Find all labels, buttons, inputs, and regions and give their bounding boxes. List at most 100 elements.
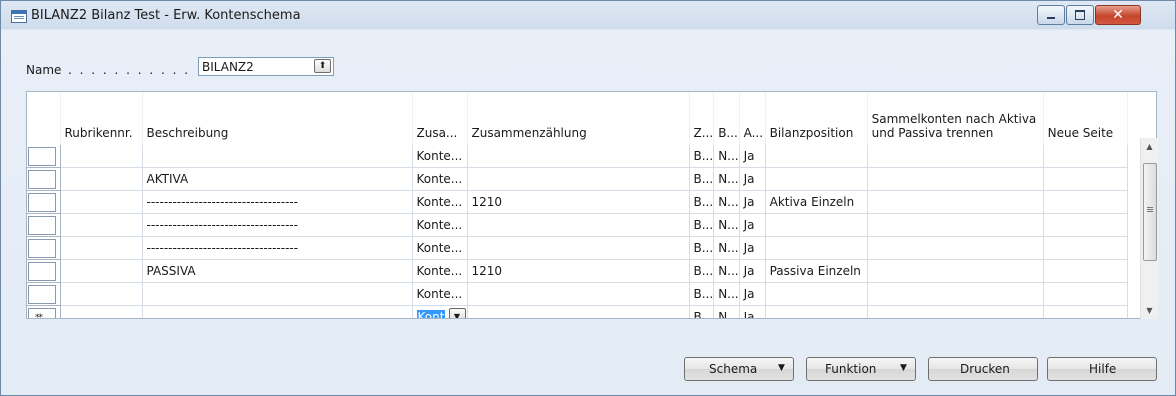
- cell-beschreibung[interactable]: [142, 305, 413, 318]
- cell-bilanzposition[interactable]: [765, 282, 868, 306]
- cell-zusa-editing[interactable]: Kont ▼: [412, 305, 468, 318]
- cell-bilanzposition[interactable]: [765, 213, 868, 237]
- scroll-up-arrow-icon[interactable]: ▲: [1141, 138, 1158, 155]
- cell-a[interactable]: Ja: [739, 145, 766, 168]
- column-header-rubrikennr[interactable]: Rubrikennr.: [60, 92, 143, 145]
- cell-beschreibung[interactable]: PASSIVA: [142, 259, 413, 283]
- cell-a[interactable]: Ja: [739, 259, 766, 283]
- cell-zusa[interactable]: Konte...: [412, 282, 468, 306]
- table-row[interactable]: AKTIVA Konte... B... N... Ja: [27, 167, 1128, 191]
- cell-zusa-edit-value[interactable]: Kont: [416, 310, 446, 318]
- cell-a[interactable]: Ja: [739, 236, 766, 260]
- cell-neue-seite[interactable]: [1043, 167, 1128, 191]
- cell-bilanzposition[interactable]: [765, 145, 868, 168]
- cell-a[interactable]: Ja: [739, 190, 766, 214]
- cell-z[interactable]: B...: [689, 259, 715, 283]
- lookup-button[interactable]: ⬆: [314, 59, 331, 73]
- cell-sammelkonten[interactable]: [867, 213, 1044, 237]
- cell-neue-seite[interactable]: [1043, 305, 1128, 318]
- cell-z[interactable]: B...: [689, 190, 715, 214]
- cell-bilanzposition[interactable]: [765, 236, 868, 260]
- table-row[interactable]: Konte... B... N... Ja: [27, 145, 1128, 168]
- cell-neue-seite[interactable]: [1043, 145, 1128, 168]
- cell-b[interactable]: N...: [713, 167, 740, 191]
- row-selector[interactable]: [27, 167, 61, 191]
- cell-beschreibung[interactable]: AKTIVA: [142, 167, 413, 191]
- cell-bilanzposition[interactable]: Aktiva Einzeln: [765, 190, 868, 214]
- dropdown-button[interactable]: ▼: [448, 308, 466, 318]
- cell-sammelkonten[interactable]: [867, 236, 1044, 260]
- column-header-sammelkonten[interactable]: Sammelkonten nach Aktiva und Passiva tre…: [867, 92, 1044, 145]
- drucken-button[interactable]: Drucken: [928, 357, 1038, 381]
- cell-b[interactable]: N...: [713, 305, 740, 318]
- cell-sammelkonten[interactable]: [867, 259, 1044, 283]
- cell-rubrikennr[interactable]: [60, 190, 143, 214]
- cell-sammelkonten[interactable]: [867, 305, 1044, 318]
- cell-sammelkonten[interactable]: [867, 145, 1044, 168]
- title-bar[interactable]: BILANZ2 Bilanz Test - Erw. Kontenschema …: [1, 1, 1175, 31]
- vertical-scrollbar[interactable]: ▲ ▼: [1140, 138, 1158, 319]
- cell-neue-seite[interactable]: [1043, 236, 1128, 260]
- cell-b[interactable]: N...: [713, 259, 740, 283]
- cell-z[interactable]: B...: [689, 282, 715, 306]
- cell-bilanzposition[interactable]: [765, 305, 868, 318]
- cell-zusa[interactable]: Konte...: [412, 190, 468, 214]
- cell-neue-seite[interactable]: [1043, 282, 1128, 306]
- cell-b[interactable]: N...: [713, 282, 740, 306]
- cell-rubrikennr[interactable]: [60, 259, 143, 283]
- column-header-selector[interactable]: [27, 92, 61, 145]
- row-selector[interactable]: [27, 236, 61, 260]
- cell-b[interactable]: N...: [713, 213, 740, 237]
- table-row[interactable]: Konte... B... N... Ja: [27, 282, 1128, 306]
- column-header-bilanzposition[interactable]: Bilanzposition: [765, 92, 868, 145]
- scroll-down-arrow-icon[interactable]: ▼: [1141, 302, 1158, 319]
- column-header-zusammenzaehlung[interactable]: Zusammenzählung: [467, 92, 690, 145]
- cell-rubrikennr[interactable]: [60, 167, 143, 191]
- new-table-row[interactable]: ** Kont ▼ B... N... Ja: [27, 305, 1128, 318]
- cell-beschreibung[interactable]: -----------------------------------: [142, 213, 413, 237]
- cell-zusammenzaehlung[interactable]: 1210: [467, 259, 690, 283]
- row-selector[interactable]: [27, 190, 61, 214]
- cell-zusammenzaehlung[interactable]: [467, 145, 690, 168]
- column-header-neue-seite[interactable]: Neue Seite: [1043, 92, 1128, 145]
- cell-neue-seite[interactable]: [1043, 259, 1128, 283]
- scrollbar-thumb[interactable]: [1143, 163, 1157, 261]
- cell-zusa[interactable]: Konte...: [412, 259, 468, 283]
- row-selector[interactable]: [27, 145, 61, 168]
- cell-z[interactable]: B...: [689, 236, 715, 260]
- cell-rubrikennr[interactable]: [60, 213, 143, 237]
- cell-rubrikennr[interactable]: [60, 282, 143, 306]
- cell-a[interactable]: Ja: [739, 167, 766, 191]
- minimize-button[interactable]: [1037, 5, 1065, 25]
- cell-z[interactable]: B...: [689, 305, 715, 318]
- column-header-a[interactable]: A...: [739, 92, 766, 145]
- column-header-z[interactable]: Z...: [689, 92, 715, 145]
- cell-zusammenzaehlung[interactable]: [467, 167, 690, 191]
- cell-zusammenzaehlung[interactable]: [467, 305, 690, 318]
- cell-beschreibung[interactable]: -----------------------------------: [142, 236, 413, 260]
- cell-bilanzposition[interactable]: [765, 167, 868, 191]
- table-row[interactable]: ----------------------------------- Kont…: [27, 190, 1128, 214]
- cell-zusa[interactable]: Konte...: [412, 145, 468, 168]
- cell-neue-seite[interactable]: [1043, 213, 1128, 237]
- cell-zusa[interactable]: Konte...: [412, 236, 468, 260]
- maximize-button[interactable]: [1066, 5, 1094, 25]
- cell-zusammenzaehlung[interactable]: [467, 236, 690, 260]
- row-selector-new[interactable]: **: [27, 305, 61, 318]
- cell-z[interactable]: B...: [689, 145, 715, 168]
- cell-a[interactable]: Ja: [739, 305, 766, 318]
- cell-a[interactable]: Ja: [739, 282, 766, 306]
- cell-zusa[interactable]: Konte...: [412, 213, 468, 237]
- cell-beschreibung[interactable]: -----------------------------------: [142, 190, 413, 214]
- table-row[interactable]: PASSIVA Konte... 1210 B... N... Ja Passi…: [27, 259, 1128, 283]
- row-selector[interactable]: [27, 259, 61, 283]
- cell-z[interactable]: B...: [689, 213, 715, 237]
- funktion-button[interactable]: Funktion ▼: [806, 357, 916, 381]
- cell-bilanzposition[interactable]: Passiva Einzeln: [765, 259, 868, 283]
- cell-zusammenzaehlung[interactable]: 1210: [467, 190, 690, 214]
- cell-rubrikennr[interactable]: [60, 305, 143, 318]
- cell-sammelkonten[interactable]: [867, 190, 1044, 214]
- column-header-beschreibung[interactable]: Beschreibung: [142, 92, 413, 145]
- cell-b[interactable]: N...: [713, 145, 740, 168]
- cell-b[interactable]: N...: [713, 190, 740, 214]
